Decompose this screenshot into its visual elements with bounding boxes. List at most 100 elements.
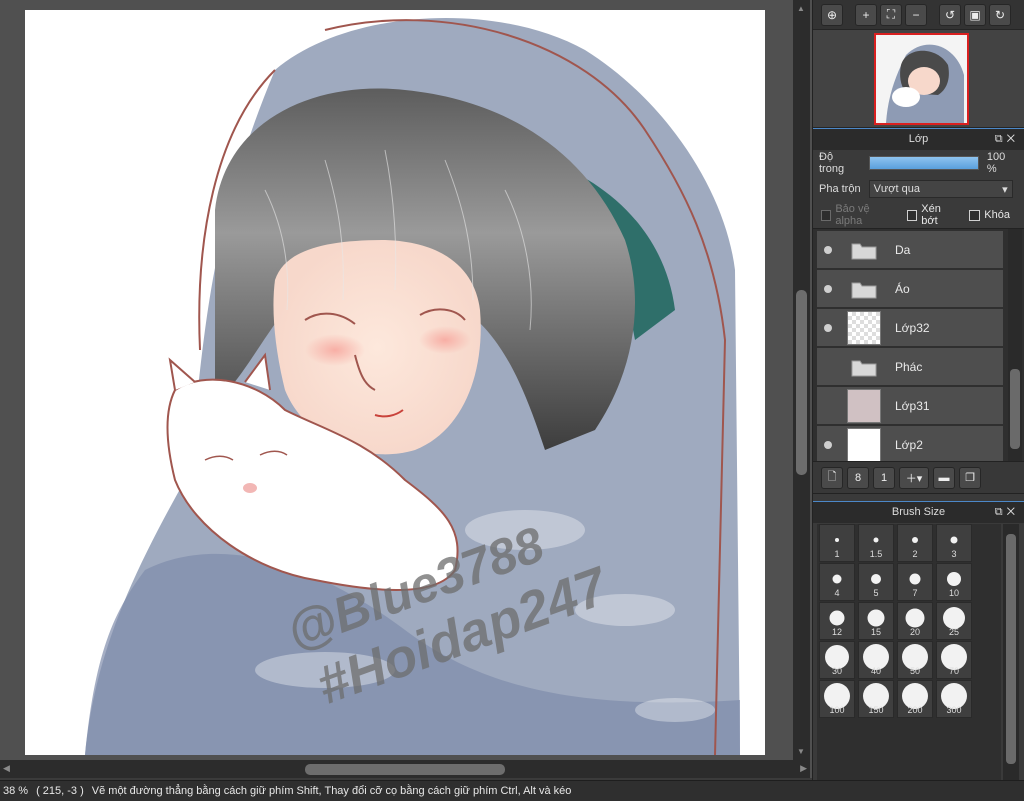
layer-list[interactable]: Da Áo Lớp32 Phác Lớp31 Lớp2 <box>813 228 1024 462</box>
status-bar: 38 % ( 215, -3 ) Vẽ một đường thẳng bằng… <box>0 780 1024 801</box>
clipping-checkbox[interactable]: Xén bớt <box>906 203 957 227</box>
brush-size-option[interactable]: 25 <box>936 602 972 640</box>
layer-panel-header: Lớp ⧉✕ <box>813 128 1024 150</box>
visibility-toggle[interactable] <box>817 284 839 293</box>
zoom-actual-icon[interactable]: ⊕ <box>821 3 843 26</box>
brush-size-label: 40 <box>870 666 881 676</box>
brush-size-label: 5 <box>873 588 879 598</box>
brush-size-scrollbar[interactable] <box>1003 524 1019 780</box>
brush-size-option[interactable]: 50 <box>897 641 933 679</box>
new-folder-icon[interactable]: ▬ <box>933 466 955 489</box>
vertical-scroll-thumb[interactable] <box>796 290 807 475</box>
new-halftone-layer-icon[interactable]: 8 <box>847 466 869 489</box>
brush-size-option[interactable]: 300 <box>936 680 972 718</box>
layer-thumbnail <box>847 427 881 461</box>
zoom-out-icon[interactable]: − <box>905 3 927 26</box>
brush-size-panel-title: Brush Size <box>891 506 946 518</box>
visibility-toggle[interactable] <box>817 245 839 254</box>
brush-size-option[interactable]: 20 <box>897 602 933 640</box>
opacity-slider[interactable] <box>869 156 979 170</box>
brush-dot-icon <box>909 573 921 585</box>
layer-row[interactable]: Phác <box>817 348 1003 386</box>
canvas-area[interactable]: @Blue3788 #Hoidap247 ▲ ▼ ◀ ▶ <box>0 0 812 778</box>
new-1bit-layer-icon[interactable]: 1 <box>873 466 895 489</box>
brush-size-option[interactable]: 7 <box>897 563 933 601</box>
reset-view-icon[interactable]: ▣ <box>964 3 986 26</box>
duplicate-layer-icon[interactable]: ❐ <box>959 466 981 489</box>
brush-size-option[interactable]: 30 <box>819 641 855 679</box>
brush-size-option[interactable]: 3 <box>936 524 972 562</box>
brush-size-option[interactable]: 200 <box>897 680 933 718</box>
layer-scroll-thumb[interactable] <box>1010 369 1020 449</box>
brush-dot-icon <box>832 574 842 584</box>
brush-dot-icon <box>905 608 925 628</box>
undock-icon[interactable]: ⧉ <box>995 133 1007 145</box>
scroll-right-icon[interactable]: ▶ <box>800 763 807 774</box>
brush-size-label: 300 <box>946 705 962 715</box>
navigator-thumbnail[interactable] <box>874 33 969 125</box>
brush-size-label: 70 <box>948 666 959 676</box>
brush-size-label: 30 <box>831 666 842 676</box>
scroll-left-icon[interactable]: ◀ <box>3 763 10 774</box>
brush-size-label: 2 <box>912 549 918 559</box>
brush-size-option[interactable]: 70 <box>936 641 972 679</box>
cursor-coordinates: ( 215, -3 ) <box>36 785 84 797</box>
brush-size-option[interactable]: 1.5 <box>858 524 894 562</box>
brush-size-option[interactable]: 15 <box>858 602 894 640</box>
folder-icon <box>847 272 881 306</box>
layer-row[interactable]: Lớp31 <box>817 387 1003 425</box>
scroll-down-icon[interactable]: ▼ <box>797 747 805 756</box>
artwork-illustration: @Blue3788 #Hoidap247 <box>85 18 740 755</box>
navigator-preview[interactable] <box>813 30 1024 128</box>
layer-list-scrollbar[interactable] <box>1008 229 1022 461</box>
navigator-toolbar: ⊕ + ⛶ − ↺ ▣ ↻ <box>813 0 1024 30</box>
clipping-label: Xén bớt <box>921 203 941 227</box>
fit-window-icon[interactable]: ⛶ <box>880 3 902 26</box>
layer-row[interactable]: Lớp32 <box>817 309 1003 347</box>
blend-mode-select[interactable]: Vượt qua ▾ <box>868 180 1013 198</box>
protect-alpha-checkbox[interactable]: Bảo vệ alpha <box>821 203 895 227</box>
rotate-left-icon[interactable]: ↺ <box>939 3 961 26</box>
brush-dot-icon <box>867 609 885 627</box>
scroll-up-icon[interactable]: ▲ <box>797 4 805 13</box>
canvas-horizontal-scrollbar[interactable]: ◀ ▶ <box>0 760 810 778</box>
new-layer-icon[interactable]: 🗋 <box>821 466 843 489</box>
close-icon[interactable]: ✕ <box>1007 133 1019 145</box>
brush-size-option[interactable]: 4 <box>819 563 855 601</box>
brush-scroll-thumb[interactable] <box>1006 534 1016 764</box>
undock-icon[interactable]: ⧉ <box>995 506 1007 518</box>
brush-size-label: 7 <box>912 588 918 598</box>
layer-row[interactable]: Áo <box>817 270 1003 308</box>
brush-size-option[interactable]: 100 <box>819 680 855 718</box>
layer-row[interactable]: Da <box>817 231 1003 269</box>
brush-size-label: 1 <box>834 549 840 559</box>
lock-label: Khóa <box>984 209 1010 221</box>
brush-dot-icon <box>943 607 965 629</box>
brush-size-option[interactable]: 2 <box>897 524 933 562</box>
brush-size-label: 1.5 <box>869 549 883 559</box>
blend-label: Pha trộn <box>819 183 861 195</box>
horizontal-scroll-thumb[interactable] <box>305 764 505 775</box>
brush-size-option[interactable]: 150 <box>858 680 894 718</box>
eye-icon <box>824 440 832 449</box>
lock-checkbox[interactable]: Khóa <box>969 209 1010 221</box>
protect-alpha-label: Bảo vệ alpha <box>835 203 870 227</box>
zoom-in-icon[interactable]: + <box>855 3 877 26</box>
brush-size-option[interactable]: 12 <box>819 602 855 640</box>
brush-size-option[interactable]: 5 <box>858 563 894 601</box>
add-layer-dropdown-icon[interactable]: ＋▾ <box>899 466 929 489</box>
canvas-vertical-scrollbar[interactable]: ▲ ▼ <box>793 0 810 760</box>
visibility-toggle[interactable] <box>817 440 839 449</box>
canvas-artwork[interactable]: @Blue3788 #Hoidap247 <box>25 10 765 755</box>
close-icon[interactable]: ✕ <box>1007 506 1019 518</box>
brush-size-grid[interactable]: 1 1.5 2 3 4 5 7 10 12 15 20 25 30 40 50 70 100 150 200 300 <box>817 524 1001 780</box>
brush-size-label: 20 <box>909 627 920 637</box>
zoom-level: 38 % <box>3 785 29 797</box>
brush-size-option[interactable]: 10 <box>936 563 972 601</box>
visibility-toggle[interactable] <box>817 323 839 332</box>
brush-size-option[interactable]: 1 <box>819 524 855 562</box>
brush-dot-icon <box>950 536 958 544</box>
brush-size-option[interactable]: 40 <box>858 641 894 679</box>
rotate-right-icon[interactable]: ↻ <box>989 3 1011 26</box>
layer-row[interactable]: Lớp2 <box>817 426 1003 461</box>
